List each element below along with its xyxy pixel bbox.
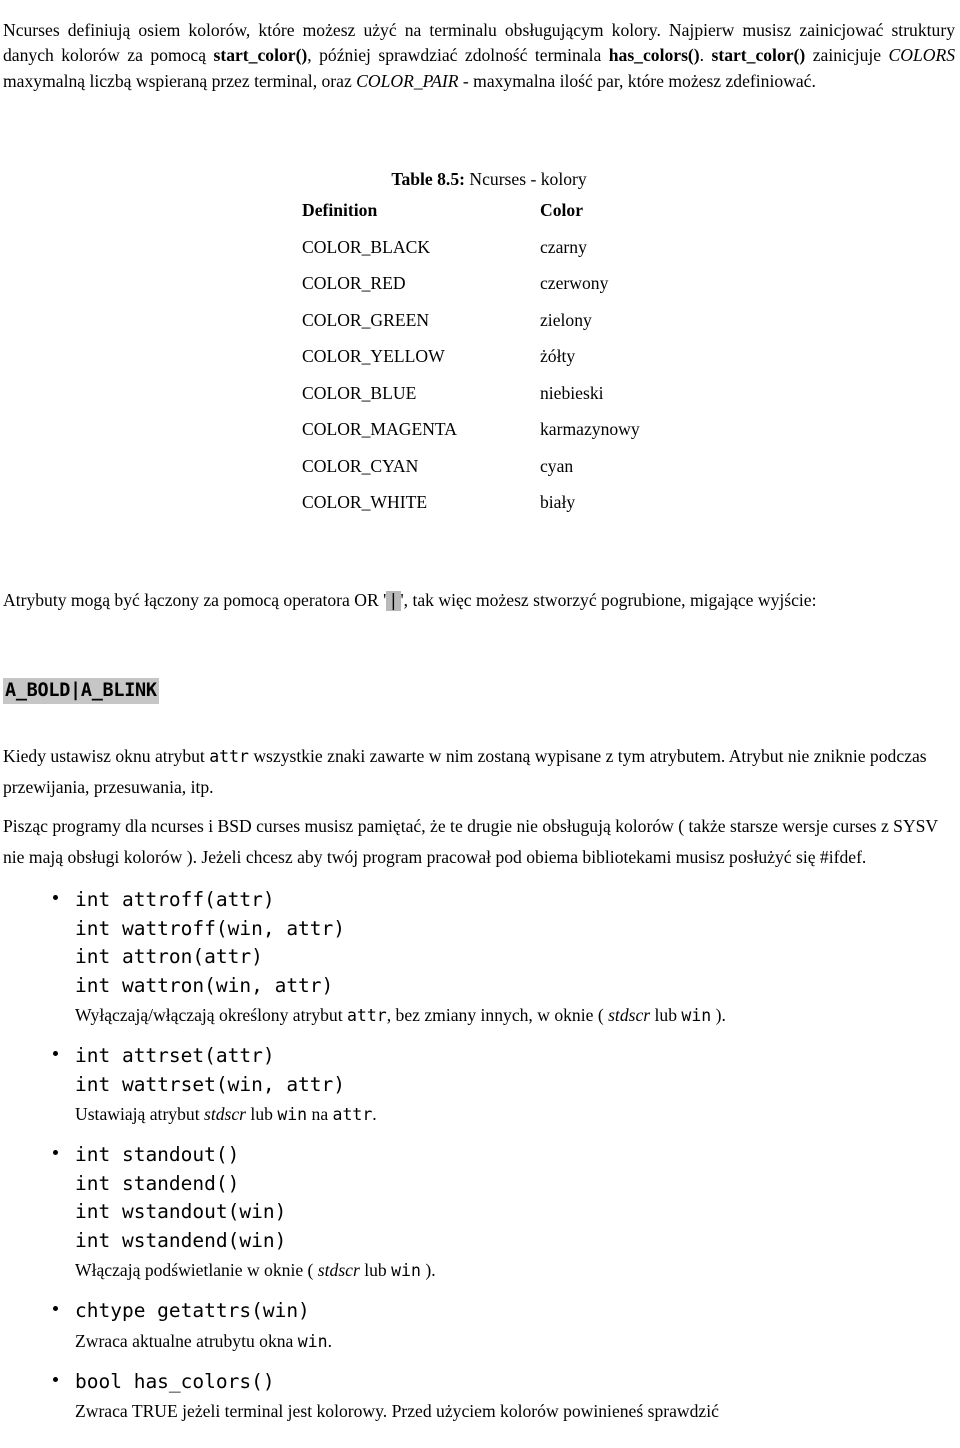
function-list: int attroff(attr) int wattroff(win, attr… (0, 886, 960, 1438)
desc-mono-win: win (681, 1006, 712, 1025)
table-cell-color: cyan (540, 455, 574, 476)
desc-part1: Włączają podświetlanie w oknie ( (75, 1260, 318, 1280)
table-cell-definition: COLOR_RED (302, 273, 406, 293)
table-cell-definition: COLOR_YELLOW (302, 346, 445, 366)
function-description: Wyłączają/włączają określony atrybut att… (75, 1001, 960, 1030)
function-description: Włączają podświetlanie w oknie ( stdscr … (75, 1256, 960, 1285)
function-description: Zwraca aktualne atrubytu okna win. (75, 1327, 960, 1356)
table-cell-color: zielony (540, 309, 592, 330)
attr-paragraph: Kiedy ustawisz oknu atrybut attr wszystk… (3, 741, 953, 803)
desc-mono-attr: attr (347, 1006, 387, 1025)
desc-part1: Ustawiają atrybut (75, 1104, 204, 1124)
intro-italic-color-pair: COLOR_PAIR (356, 70, 459, 91)
table-caption: Table 8.5: Ncurses - kolory (18, 166, 960, 192)
or-paragraph-after: ', tak więc możesz stworzyć pogrubione, … (400, 589, 817, 610)
intro-text-6: - maxymalna ilość par, które możesz zdef… (458, 70, 816, 91)
list-item: int standout() int standend() int wstand… (0, 1141, 960, 1285)
intro-text-5: maxymalną liczbą wspieraną przez termina… (3, 70, 357, 91)
bullet-icon (53, 1376, 58, 1382)
desc-part2: lub (359, 1260, 392, 1280)
desc-italic-stdscr: stdscr (317, 1260, 360, 1280)
desc-italic-stdscr: stdscr (203, 1104, 247, 1124)
function-signature: int standout() int standend() int wstand… (75, 1143, 287, 1252)
desc-mono-attr: attr (332, 1105, 373, 1124)
table-header-color: Color (540, 200, 583, 220)
or-operator-paragraph: Atrybuty mogą być łączony za pomocą oper… (3, 585, 953, 617)
intro-text-2: , później sprawdziać zdolność terminala (307, 45, 609, 66)
table-row: COLOR_WHITE biały (302, 484, 640, 521)
desc-italic-stdscr: stdscr (608, 1005, 651, 1025)
code-block-attributes: A_BOLD|A_BLINK (3, 678, 159, 704)
table-row: COLOR_RED czerwony (302, 265, 640, 302)
table-cell-definition: COLOR_BLUE (302, 382, 417, 403)
desc-part1: Zwraca TRUE jeżeli terminal jest kolorow… (75, 1401, 719, 1421)
bullet-icon (53, 1306, 58, 1311)
table-cell-definition: COLOR_GREEN (302, 309, 430, 330)
table-caption-label: Table 8.5: (391, 169, 465, 189)
table-caption-text: Ncurses - kolory (469, 169, 587, 189)
bullet-icon (53, 1150, 58, 1155)
table-cell-definition: COLOR_CYAN (302, 455, 419, 476)
function-signature: bool has_colors() (75, 1369, 275, 1393)
table-header-row: Definition Color (302, 192, 640, 229)
bullet-icon (53, 1051, 58, 1056)
intro-text-3: . (699, 45, 712, 66)
function-signature: chtype getattrs(win) (75, 1299, 310, 1322)
desc-part1: Zwraca aktualne atrubytu okna (75, 1330, 298, 1351)
desc-mono-win: win (391, 1261, 421, 1280)
table-row: COLOR_CYAN cyan (302, 448, 640, 485)
table-cell-color: żółty (540, 346, 576, 366)
desc-part2: , bez zmiany innych, w oknie ( (386, 1005, 609, 1025)
table-row: COLOR_BLUE niebieski (302, 375, 640, 412)
intro-text-4: zainicjuje (805, 45, 889, 66)
table-cell-color: czerwony (540, 273, 609, 293)
or-paragraph-before: Atrybuty mogą być łączony za pomocą oper… (3, 589, 387, 610)
function-signature: int attrset(attr) int wattrset(win, attr… (75, 1044, 346, 1096)
table-row: COLOR_GREEN zielony (302, 302, 640, 339)
list-item: chtype getattrs(win) Zwraca aktualne atr… (0, 1297, 960, 1356)
table-cell-color: biały (540, 492, 576, 512)
intro-paragraph: Ncurses definiują osiem kolorów, które m… (3, 18, 955, 95)
table-row: COLOR_MAGENTA karmazynowy (302, 411, 640, 448)
desc-part4: ). (711, 1005, 726, 1025)
desc-mono-win: win (277, 1105, 308, 1124)
desc-mono-win: win (297, 1331, 328, 1351)
table-row: COLOR_YELLOW żółty (302, 338, 640, 375)
function-description: Ustawiają atrybut stdscr lub win na attr… (75, 1100, 960, 1129)
table-header-definition: Definition (302, 200, 378, 220)
desc-part3: ). (420, 1260, 436, 1280)
attr-paragraph-part1: Kiedy ustawisz oknu atrybut (3, 745, 210, 766)
desc-part3: na (307, 1104, 333, 1124)
list-item: bool has_colors() Zwraca TRUE jeżeli ter… (0, 1368, 960, 1427)
color-table: Definition Color COLOR_BLACK czarny COLO… (302, 192, 640, 521)
intro-bold-has-colors: has_colors() (608, 45, 700, 66)
intro-bold-start-color-2: start_color() (711, 45, 806, 66)
table-cell-color: karmazynowy (540, 419, 640, 439)
attr-paragraph-mono-attr: attr (209, 746, 249, 766)
desc-part4: . (372, 1104, 377, 1124)
bullet-icon (53, 895, 58, 900)
intro-bold-start-color-1: start_color() (213, 45, 308, 66)
table-row: COLOR_BLACK czarny (302, 229, 640, 266)
table-cell-definition: COLOR_MAGENTA (302, 419, 457, 439)
table-cell-color: czarny (540, 236, 587, 257)
desc-part2: . (327, 1330, 332, 1351)
table-cell-definition: COLOR_WHITE (302, 492, 428, 512)
pipe-operator-highlight: | (386, 590, 401, 611)
color-table-block: Table 8.5: Ncurses - kolory Definition C… (0, 166, 960, 521)
list-item: int attroff(attr) int wattroff(win, attr… (0, 886, 960, 1030)
desc-part2: lub (246, 1104, 278, 1124)
desc-part3: lub (650, 1005, 682, 1025)
function-signature: int attroff(attr) int wattroff(win, attr… (75, 888, 346, 997)
table-cell-color: niebieski (540, 382, 604, 403)
list-item: int attrset(attr) int wattrset(win, attr… (0, 1042, 960, 1129)
function-description: Zwraca TRUE jeżeli terminal jest kolorow… (75, 1397, 960, 1426)
document-page: Ncurses definiują osiem kolorów, które m… (0, 0, 960, 1448)
desc-part1: Wyłączają/włączają określony atrybut (75, 1005, 347, 1025)
table-cell-definition: COLOR_BLACK (302, 236, 431, 257)
bsd-paragraph: Pisząc programy dla ncurses i BSD curses… (3, 815, 938, 867)
intro-italic-colors: COLORS (888, 45, 956, 66)
